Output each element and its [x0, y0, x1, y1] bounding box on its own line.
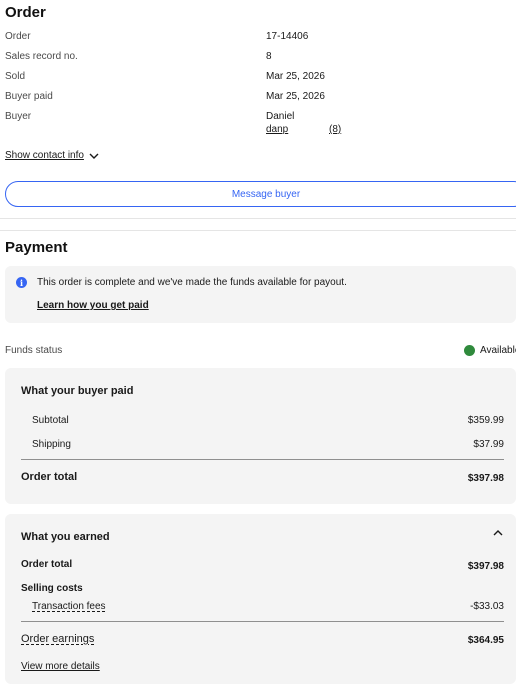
order-number-label: Order [5, 31, 31, 42]
order-total-label: Order total [21, 471, 78, 483]
order-earnings-value: $364.95 [467, 635, 504, 646]
buyer-paid-date-value: Mar 25, 2026 [266, 91, 325, 102]
show-contact-info-toggle[interactable]: Show contact info [5, 150, 100, 161]
earned-order-total-value: $397.98 [467, 561, 504, 572]
order-earnings-link[interactable]: Order earnings [21, 633, 94, 645]
message-buyer-button[interactable]: Message buyer [5, 181, 516, 207]
chevron-up-icon[interactable] [492, 528, 504, 538]
buyer-paid-date-label: Buyer paid [5, 91, 53, 102]
order-total-value: $397.98 [467, 473, 504, 484]
shipping-value: $37.99 [473, 439, 504, 450]
funds-status-label: Funds status [5, 345, 63, 356]
status-dot-icon [464, 345, 475, 356]
payout-notice-text: This order is complete and we've made th… [37, 277, 347, 288]
view-more-details-link[interactable]: View more details [21, 661, 100, 672]
selling-costs-label: Selling costs [21, 583, 83, 594]
buyer-label: Buyer [5, 111, 32, 122]
info-icon: i [16, 277, 27, 288]
sold-date-value: Mar 25, 2026 [266, 71, 325, 82]
earned-order-total-label: Order total [21, 559, 73, 570]
total-divider [21, 459, 504, 460]
order-number-value: 17-14406 [266, 31, 309, 42]
payout-notice: i This order is complete and we've made … [5, 266, 516, 323]
buyer-paid-card: What your buyer paid Subtotal $359.99 Sh… [5, 368, 516, 504]
subtotal-label: Subtotal [32, 415, 69, 426]
payment-heading: Payment [5, 239, 68, 256]
show-contact-info-label: Show contact info [5, 150, 84, 161]
earnings-card: What you earned Order total $397.98 Sell… [5, 514, 516, 684]
sold-date-label: Sold [5, 71, 26, 82]
earnings-divider [21, 621, 504, 622]
shipping-label: Shipping [32, 439, 71, 450]
buyer-name: Daniel [266, 111, 295, 122]
earnings-title: What you earned [21, 531, 110, 543]
learn-how-you-get-paid-link[interactable]: Learn how you get paid [37, 300, 149, 311]
buyer-feedback-score-link[interactable]: (8) [329, 124, 341, 135]
section-divider [0, 230, 516, 231]
transaction-fees-link[interactable]: Transaction fees [32, 601, 106, 612]
sales-record-label: Sales record no. [5, 51, 78, 62]
sales-record-value: 8 [266, 51, 272, 62]
transaction-fees-value: -$33.03 [470, 601, 504, 612]
funds-status-value: Available [480, 345, 516, 356]
order-heading: Order [5, 4, 46, 21]
section-divider [0, 218, 516, 219]
subtotal-value: $359.99 [467, 415, 504, 426]
buyer-username-link[interactable]: danp [266, 124, 288, 135]
buyer-paid-title: What your buyer paid [21, 385, 134, 397]
chevron-down-icon [89, 153, 99, 159]
